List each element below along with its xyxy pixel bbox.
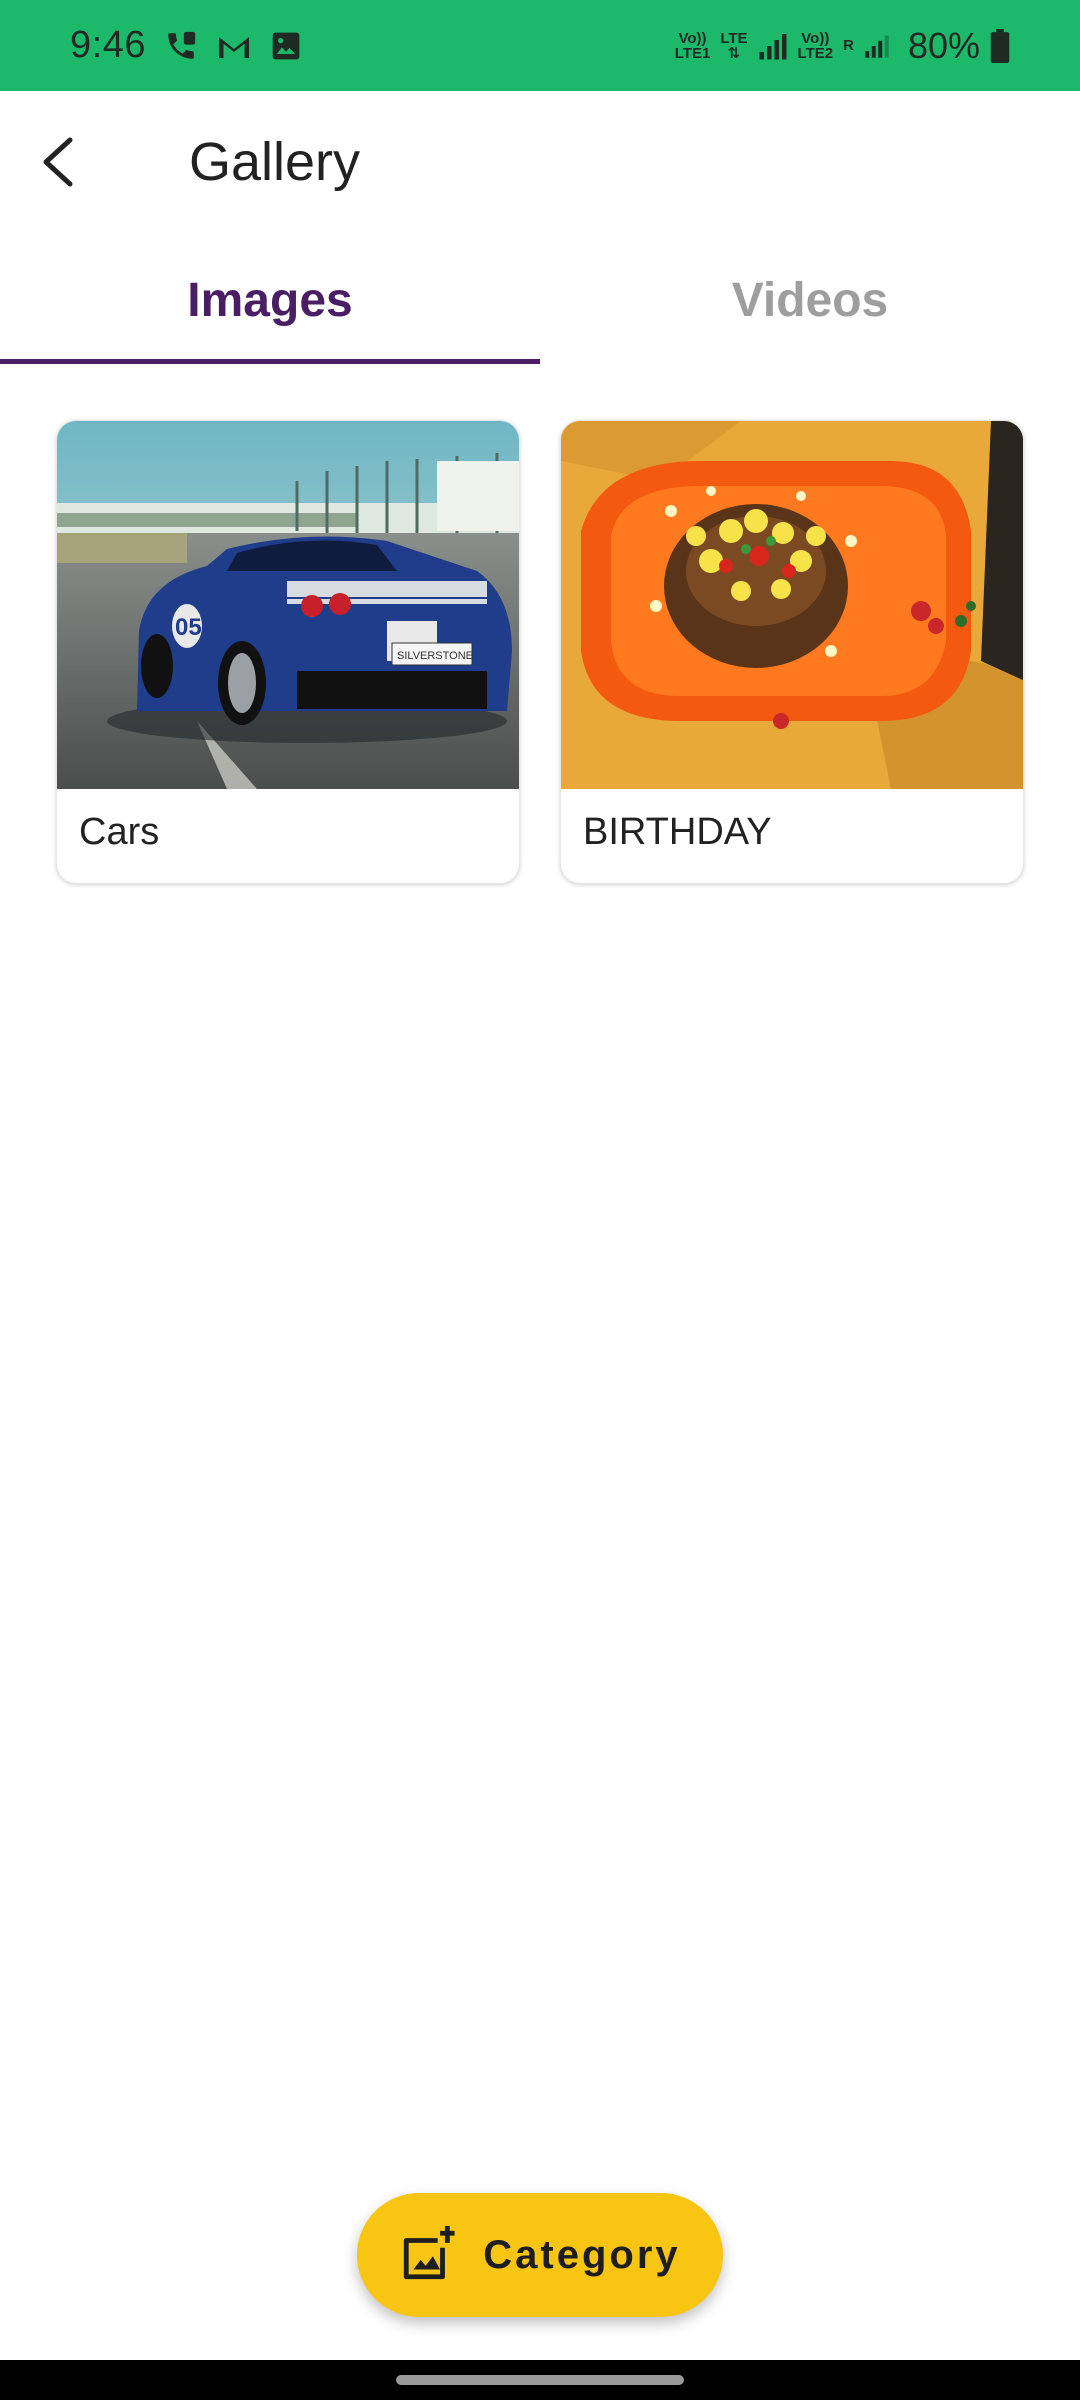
sim1-label-bottom: LTE1 [674, 44, 711, 62]
sim2-label-bottom: LTE2 [797, 44, 834, 62]
album-card-birthday[interactable]: BIRTHDAY [560, 420, 1024, 884]
back-button[interactable] [24, 127, 94, 197]
data-arrows-icon: ⇅ [727, 44, 741, 62]
lte-indicator: LTE ⇅ [720, 31, 747, 61]
page-title: Gallery [189, 132, 361, 192]
tab-indicator [0, 359, 540, 364]
album-label: BIRTHDAY [583, 811, 772, 853]
sim1-label-top: Vo)) [678, 29, 707, 47]
svg-text:05: 05 [175, 614, 202, 641]
app-bar: Gallery [0, 91, 1080, 236]
add-category-button[interactable]: Category [357, 2193, 723, 2317]
album-thumbnail-birthday [561, 421, 1023, 789]
signal-icon [758, 31, 788, 61]
lte-label: LTE [720, 29, 748, 47]
volte-sim2-indicator: Vo)) LTE2 [798, 31, 834, 61]
album-thumbnail-cars: SILVERSTONE 05 [57, 421, 519, 789]
tab-images[interactable]: Images [0, 236, 540, 364]
call-icon [164, 29, 198, 63]
battery-icon [990, 28, 1010, 63]
album-label: Cars [79, 811, 160, 853]
system-nav-bar [0, 2360, 1080, 2400]
roaming-label: R [843, 37, 854, 54]
add-photo-icon [404, 2226, 455, 2280]
image-icon [270, 30, 302, 62]
status-right: Vo)) LTE1 LTE ⇅ Vo)) LTE2 R 80% [675, 25, 1010, 67]
status-left: 9:46 [70, 24, 302, 67]
arrow-back-icon [43, 137, 73, 187]
volte-sim1-indicator: Vo)) LTE1 [675, 31, 711, 61]
tab-videos[interactable]: Videos [540, 236, 1080, 364]
roaming-indicator: R [843, 38, 854, 53]
album-card-cars[interactable]: SILVERSTONE 05 Cars [56, 420, 520, 884]
battery-percent: 80% [907, 24, 980, 66]
status-bar: 9:46 Vo)) LTE1 LTE ⇅ Vo)) LTE2 R 80% [0, 0, 1080, 91]
fab-label: Category [483, 2232, 681, 2277]
signal-icon [864, 31, 890, 61]
tab-bar: Images Videos [0, 236, 1080, 364]
svg-text:SILVERSTONE: SILVERSTONE [397, 650, 473, 662]
clock: 9:46 [70, 24, 146, 66]
gmail-icon [216, 31, 252, 61]
home-indicator[interactable] [396, 2375, 684, 2385]
sim2-label-top: Vo)) [801, 29, 830, 47]
